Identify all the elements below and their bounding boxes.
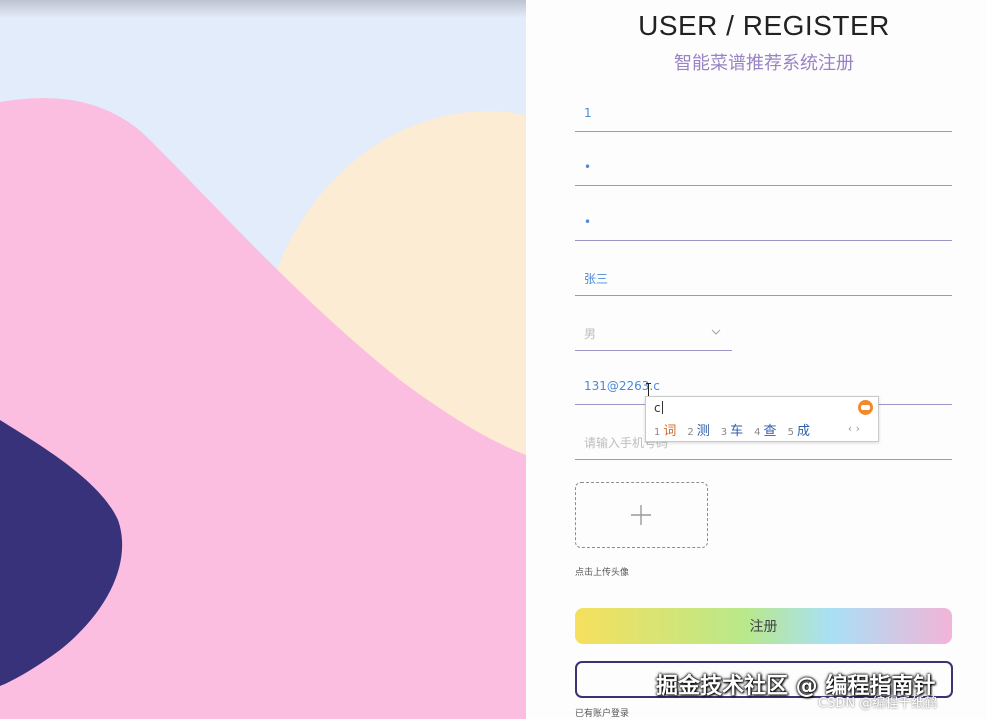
upload-avatar-label: 点击上传头像 bbox=[575, 568, 630, 578]
ime-candidate-popup: c 1词 2测 3车 4查 5成 ‹ › bbox=[645, 396, 879, 442]
page-title: USER / REGISTER bbox=[638, 10, 890, 41]
password-input[interactable]: • bbox=[575, 151, 952, 186]
hills-illustration bbox=[0, 0, 526, 719]
gender-selected-value: 男 bbox=[584, 327, 597, 341]
login-link[interactable]: 已有账户登录 bbox=[575, 706, 629, 719]
watermark-csdn: CSDN @编程千纸鹤 bbox=[818, 696, 938, 711]
password-value: • bbox=[584, 160, 592, 174]
register-button[interactable]: 注册 bbox=[575, 608, 952, 644]
ime-page-arrows[interactable]: ‹ › bbox=[848, 422, 860, 435]
text-cursor-icon bbox=[646, 383, 651, 397]
ime-caret bbox=[662, 401, 663, 414]
decorative-illustration bbox=[0, 0, 526, 719]
chevron-down-icon bbox=[711, 329, 721, 335]
ime-candidates: 1词 2测 3车 4查 5成 bbox=[654, 420, 821, 439]
ime-candidate[interactable]: 5成 bbox=[788, 420, 810, 439]
confirm-password-value: • bbox=[584, 215, 592, 229]
username-value: 1 bbox=[584, 106, 592, 120]
plus-icon bbox=[631, 505, 651, 525]
ime-candidate[interactable]: 3车 bbox=[721, 420, 743, 439]
username-input[interactable]: 1 bbox=[575, 97, 952, 132]
page-subtitle: 智能菜谱推荐系统注册 bbox=[674, 53, 854, 74]
name-input[interactable]: 张三 bbox=[575, 261, 952, 296]
ime-composition: c bbox=[654, 401, 661, 415]
ime-candidate[interactable]: 1词 bbox=[654, 420, 676, 439]
avatar-upload[interactable] bbox=[575, 482, 708, 548]
gender-select[interactable]: 男 bbox=[575, 316, 732, 351]
name-value: 张三 bbox=[584, 272, 609, 286]
ime-logo-icon bbox=[858, 400, 873, 415]
ime-candidate[interactable]: 2测 bbox=[687, 420, 709, 439]
confirm-password-input[interactable]: • bbox=[575, 206, 952, 241]
ime-candidate[interactable]: 4查 bbox=[754, 420, 776, 439]
